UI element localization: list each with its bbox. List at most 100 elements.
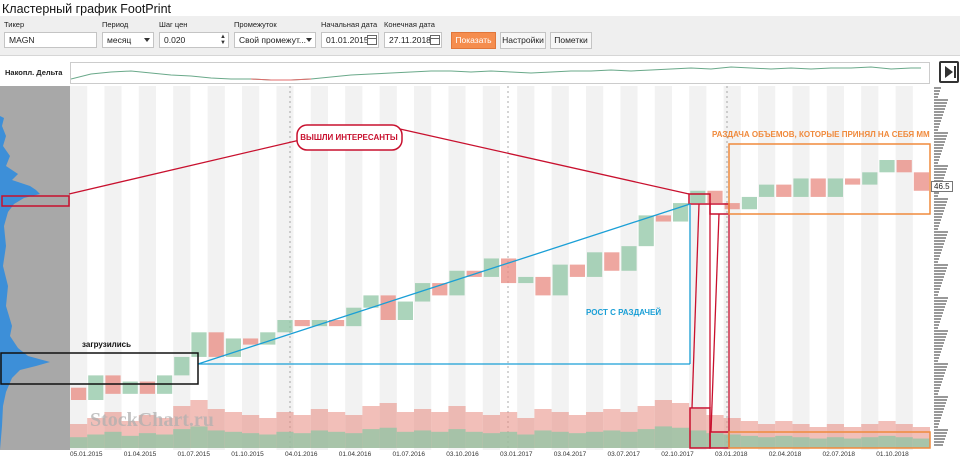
volume-bar-buy	[482, 433, 500, 448]
grid-stripe	[895, 86, 913, 450]
volume-bar-buy	[242, 433, 260, 448]
candle	[243, 338, 259, 345]
grid-stripe	[173, 86, 191, 450]
volume-bar-buy	[878, 435, 896, 448]
volume-bar-buy	[844, 438, 862, 448]
candle	[604, 252, 620, 271]
volume-bar-buy	[87, 434, 105, 448]
volume-bar-buy	[534, 430, 552, 448]
volume-bar-buy	[207, 430, 225, 448]
volume-bar-buy	[379, 427, 397, 448]
candle	[449, 270, 465, 296]
x-tick-label: 03.07.2017	[608, 451, 641, 458]
candle	[793, 178, 809, 197]
volume-bar-buy	[396, 431, 414, 448]
candle	[208, 332, 224, 357]
x-tick-label: 02.07.2018	[823, 451, 856, 458]
volume-bar-buy	[586, 431, 604, 448]
watermark: StockChart.ru	[90, 409, 214, 431]
volume-bar-buy	[328, 431, 346, 448]
candle	[690, 190, 706, 204]
growth-text: РОСТ С РАЗДАЧЕЙ	[586, 308, 661, 317]
volume-bar-buy	[70, 437, 88, 448]
volume-bar-buy	[809, 438, 827, 448]
x-tick-label: 01.04.2016	[339, 451, 372, 458]
volume-bar-buy	[138, 433, 156, 448]
candle	[759, 184, 775, 197]
growth-trend-line	[197, 203, 691, 365]
x-tick-label: 01.04.2015	[124, 451, 157, 458]
x-tick-label: 03.01.2017	[500, 451, 533, 458]
distribution-text: РАЗДАЧА ОБЪЕМОВ, КОТОРЫЕ ПРИНЯЛ НА СЕБЯ …	[712, 130, 930, 139]
volume-bar-buy	[740, 435, 758, 448]
candle	[380, 295, 396, 320]
candle	[501, 258, 517, 284]
x-tick-label: 01.10.2018	[876, 451, 909, 458]
grid-stripe	[826, 86, 844, 450]
candle	[483, 258, 499, 277]
volume-bar-buy	[706, 433, 724, 448]
grid-stripe	[654, 86, 672, 450]
volume-bar-buy	[276, 431, 294, 448]
x-tick-label: 02.04.2018	[769, 451, 802, 458]
volume-bar-buy	[310, 430, 328, 448]
x-tick-label: 05.01.2015	[70, 451, 103, 458]
grid-stripe	[517, 86, 535, 450]
volume-bar-buy	[861, 437, 879, 448]
grid-stripe	[723, 86, 741, 450]
exit-callout-text: ВЫШЛИ ИНТЕРЕСАНТЫ	[300, 133, 398, 142]
candle	[655, 215, 671, 222]
x-tick-label: 01.07.2016	[393, 451, 426, 458]
volume-bar-buy	[156, 434, 174, 448]
volume-bar-buy	[723, 434, 741, 448]
volume-bar-buy	[792, 437, 810, 448]
volume-bar-buy	[121, 435, 139, 448]
grid-stripe	[689, 86, 707, 450]
volume-bar-buy	[293, 433, 311, 448]
volume-bar-buy	[637, 429, 655, 448]
price-scale	[934, 87, 948, 446]
volume-bar-buy	[895, 437, 913, 448]
volume-bar-buy	[912, 438, 930, 448]
volume-bar-buy	[603, 430, 621, 448]
grid-stripe	[414, 86, 432, 450]
candle	[397, 301, 413, 320]
loaded-text: загрузились	[82, 340, 131, 349]
volume-bar-buy	[345, 433, 363, 448]
volume-bar-buy	[568, 433, 586, 448]
volume-bar-buy	[551, 431, 569, 448]
volume-bar-buy	[104, 431, 122, 448]
volume-bar-buy	[448, 429, 466, 448]
volume-bar-buy	[517, 434, 535, 448]
candle	[88, 375, 104, 400]
grid-stripe	[792, 86, 810, 450]
candle	[569, 264, 585, 277]
grid-stripe	[861, 86, 879, 450]
x-tick-label: 03.01.2018	[715, 451, 748, 458]
grid-stripe	[276, 86, 294, 450]
volume-bar-buy	[500, 431, 518, 448]
candle	[71, 387, 87, 400]
candle	[518, 276, 534, 284]
candle	[862, 172, 878, 185]
volume-bar-buy	[654, 426, 672, 448]
grid-stripe	[242, 86, 260, 450]
candle	[346, 307, 362, 327]
volume-bar-buy	[826, 437, 844, 448]
volume-link-line-3	[710, 213, 720, 433]
volume-bar-buy	[414, 430, 432, 448]
volume-bar-buy	[259, 434, 277, 448]
current-price-tag: 46.5	[931, 181, 953, 192]
footprint-window: Кластерный график FootPrint Тикер MAGN П…	[0, 0, 960, 458]
grid-stripe	[758, 86, 776, 450]
x-tick-label: 03.04.2017	[554, 451, 587, 458]
volume-bar-buy	[224, 431, 242, 448]
x-tick-label: 01.07.2015	[178, 451, 211, 458]
candle	[845, 178, 861, 185]
x-tick-label: 03.10.2016	[446, 451, 479, 458]
candle	[827, 178, 843, 197]
candle	[294, 320, 310, 327]
x-tick-label: 01.10.2015	[231, 451, 264, 458]
candle	[621, 246, 637, 271]
candle	[587, 252, 603, 277]
